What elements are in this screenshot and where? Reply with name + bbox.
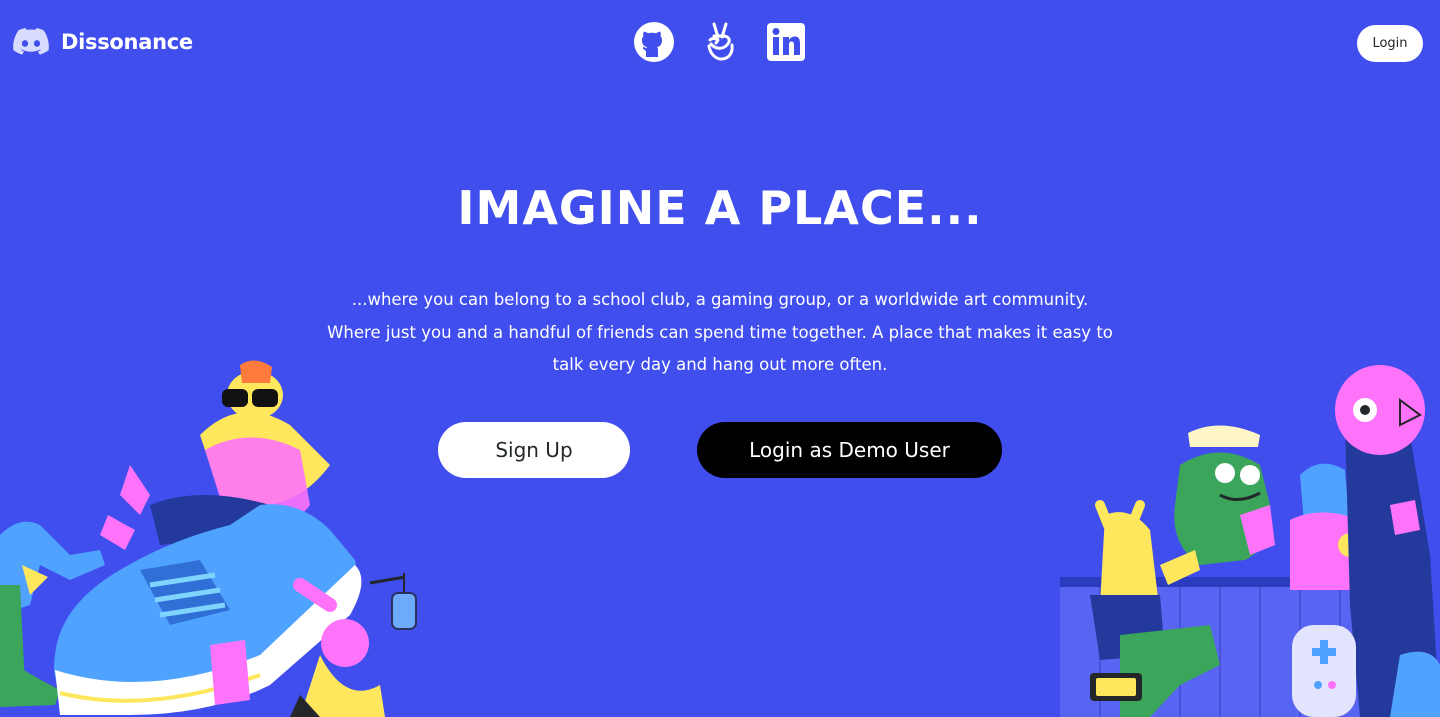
hero-title: IMAGINE A PLACE... — [457, 181, 983, 235]
brand[interactable]: Dissonance — [13, 28, 193, 56]
top-nav: Dissonance Login — [0, 0, 1440, 88]
right-illustration — [1060, 365, 1440, 717]
linkedin-icon — [767, 23, 805, 61]
brand-name: Dissonance — [61, 30, 193, 54]
demo-login-button[interactable]: Login as Demo User — [697, 422, 1002, 478]
github-icon — [634, 22, 674, 62]
social-links — [634, 22, 806, 62]
angellist-icon — [707, 22, 734, 61]
login-button[interactable]: Login — [1357, 25, 1423, 62]
linkedin-link[interactable] — [766, 22, 806, 62]
hero-description: ...where you can belong to a school club… — [327, 290, 1113, 374]
discord-logo-icon — [13, 28, 49, 55]
github-link[interactable] — [634, 22, 674, 62]
signup-button[interactable]: Sign Up — [438, 422, 630, 478]
left-illustration — [0, 360, 417, 717]
angellist-link[interactable] — [700, 22, 740, 62]
